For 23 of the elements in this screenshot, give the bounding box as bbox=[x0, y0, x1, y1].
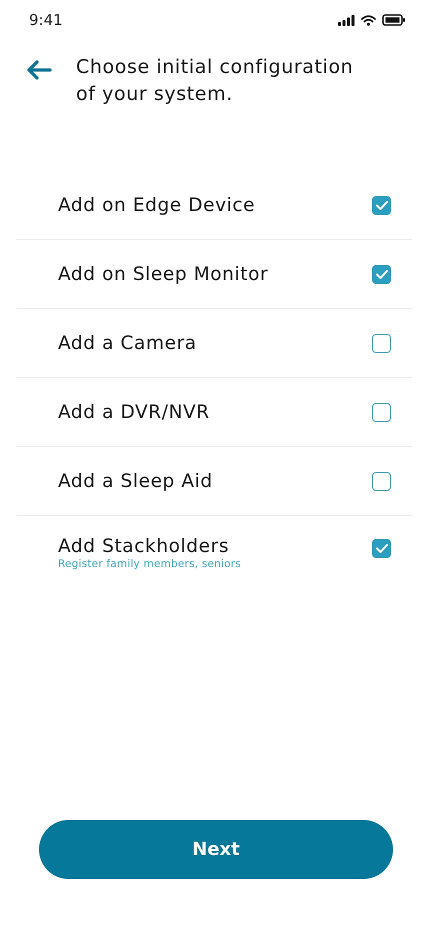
checkbox[interactable] bbox=[372, 264, 391, 284]
checkbox[interactable] bbox=[372, 334, 391, 352]
check-icon bbox=[374, 543, 388, 554]
signal-icon bbox=[338, 14, 355, 26]
check-icon bbox=[374, 268, 388, 280]
option-label: Add Stackholders bbox=[58, 536, 230, 557]
option-label: Add on Sleep Monitor bbox=[58, 264, 268, 284]
check-icon bbox=[374, 200, 388, 210]
back-button[interactable] bbox=[26, 58, 54, 82]
checkbox[interactable] bbox=[372, 472, 391, 490]
battery-icon bbox=[382, 14, 406, 26]
wifi-icon bbox=[361, 14, 376, 26]
option-label: Add a Camera bbox=[58, 332, 197, 354]
checkbox[interactable] bbox=[372, 539, 391, 558]
checkbox[interactable] bbox=[372, 402, 391, 422]
next-button[interactable]: Next bbox=[39, 820, 393, 879]
checkbox[interactable] bbox=[372, 196, 391, 214]
option-label: Add on Edge Device bbox=[58, 194, 256, 216]
status-time: 9:41 bbox=[29, 11, 63, 29]
page-title: Choose initial configuration of your system. bbox=[76, 55, 354, 107]
option-label: Add a Sleep Aid bbox=[58, 470, 213, 492]
option-label: Add a DVR/NVR bbox=[58, 402, 210, 422]
option-subtitle: Register family members, seniors bbox=[58, 558, 241, 570]
